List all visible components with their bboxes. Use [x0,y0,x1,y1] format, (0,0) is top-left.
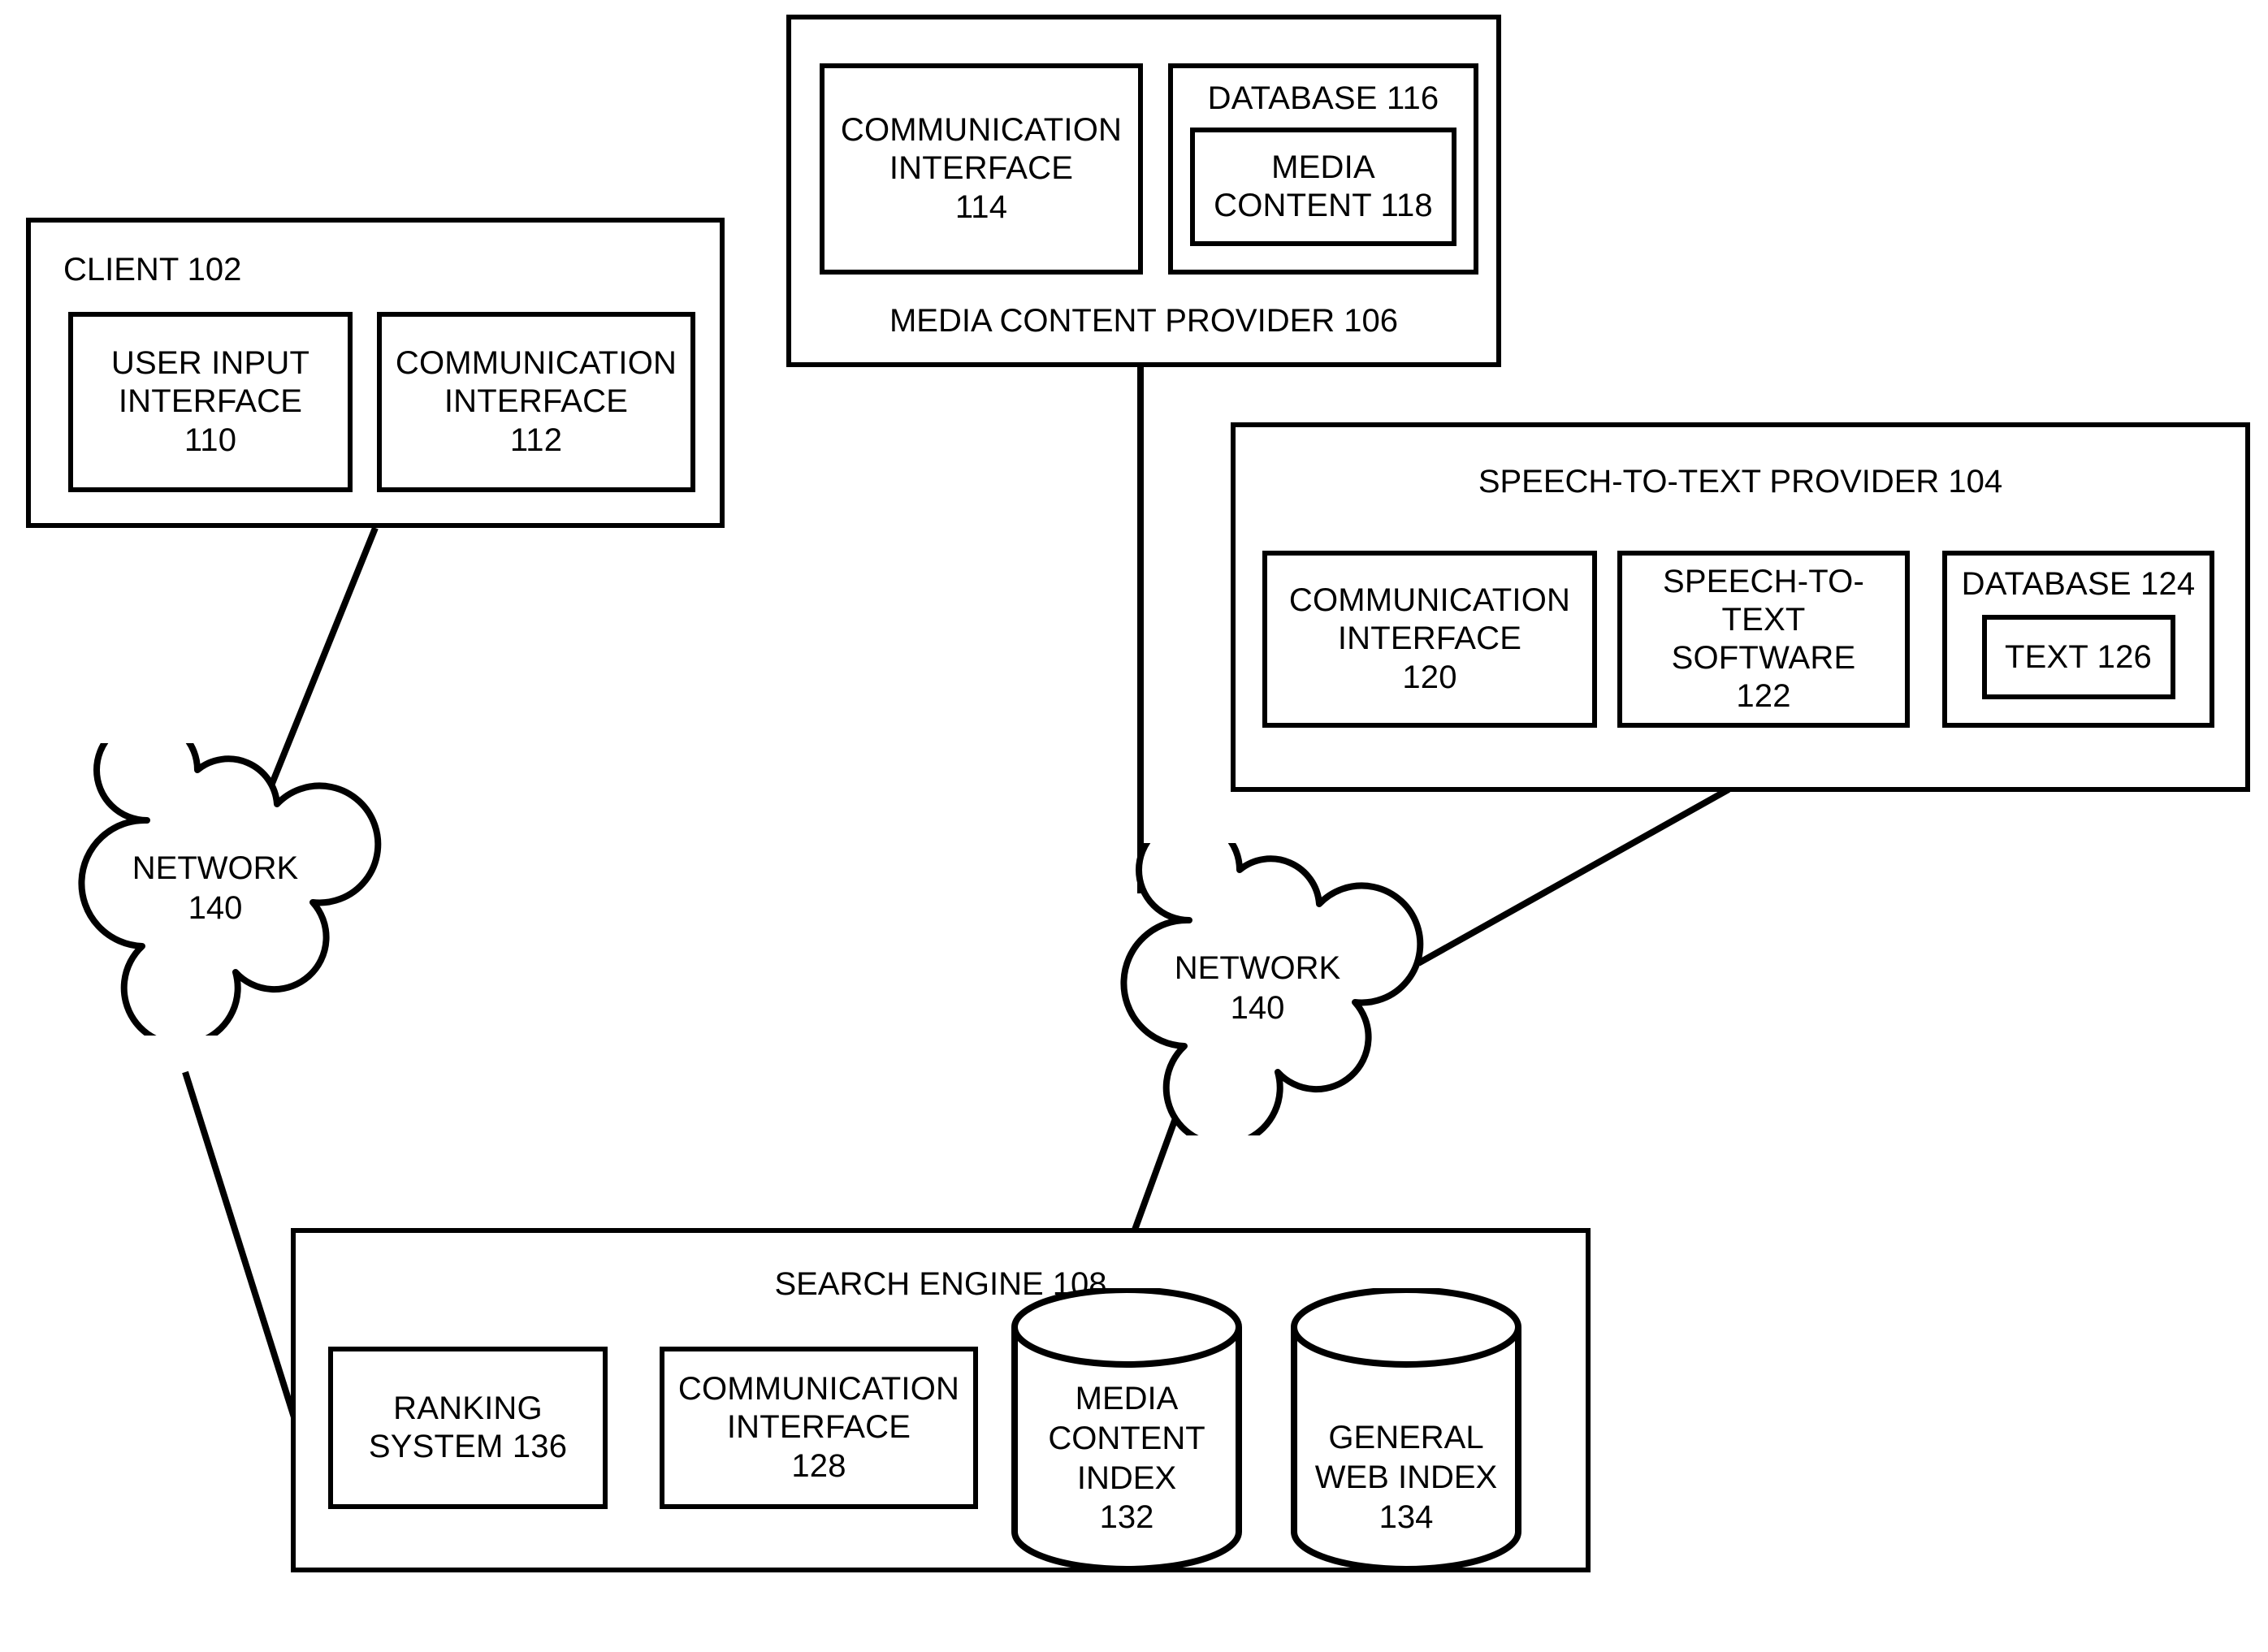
media-content-index-cylinder: MEDIA CONTENT INDEX 132 [1009,1288,1244,1571]
network-label-left: NETWORK 140 [132,850,299,926]
connector-network-to-search-engine [182,1070,297,1419]
client-communication-interface-module: COMMUNICATION INTERFACE 112 [377,312,695,492]
media-provider-database: DATABASE 116 MEDIA CONTENT 118 [1168,63,1478,275]
speech-to-text-provider-container: SPEECH-TO-TEXT PROVIDER 104 COMMUNICATIO… [1231,422,2250,792]
media-content-provider-title: MEDIA CONTENT PROVIDER 106 [889,303,1399,339]
speech-to-text-software-module: SPEECH-TO- TEXT SOFTWARE 122 [1617,551,1910,728]
stt-communication-interface-module: COMMUNICATION INTERFACE 120 [1262,551,1597,728]
ranking-system-module: RANKING SYSTEM 136 [328,1347,608,1509]
network-cloud-right: NETWORK 140 [1087,843,1428,1135]
media-content-index-label: MEDIA CONTENT INDEX 132 [1048,1381,1205,1536]
media-content-item: MEDIA CONTENT 118 [1190,128,1456,247]
media-content-provider-container: COMMUNICATION INTERFACE 114 DATABASE 116 M… [786,15,1501,367]
ranking-system-label: RANKING SYSTEM 136 [368,1390,568,1464]
search-engine-communication-interface-module: COMMUNICATION INTERFACE 128 [660,1347,978,1509]
network-label-right: NETWORK 140 [1174,950,1341,1026]
speech-to-text-software-label: SPEECH-TO- TEXT SOFTWARE 122 [1663,563,1864,715]
stt-text-label: TEXT 126 [2005,638,2152,675]
stt-text-item: TEXT 126 [1981,615,2175,700]
speech-to-text-provider-title: SPEECH-TO-TEXT PROVIDER 104 [1478,464,2003,499]
figure-canvas: CLIENT 102 USER INPUT INTERFACE 110 COMMUN… [0,0,2268,1652]
media-content-label: MEDIA CONTENT 118 [1214,149,1433,224]
client-title: CLIENT 102 [63,252,242,288]
general-web-index-label: GENERAL WEB INDEX 134 [1314,1420,1498,1535]
media-provider-communication-interface-module: COMMUNICATION INTERFACE 114 [820,63,1143,275]
search-engine-communication-interface-label: COMMUNICATION INTERFACE 128 [677,1371,960,1484]
network-cloud-left: NETWORK 140 [45,743,386,1036]
media-provider-communication-interface-label: COMMUNICATION INTERFACE 114 [840,112,1123,225]
stt-database: DATABASE 124 TEXT 126 [1942,551,2214,728]
client-container: CLIENT 102 USER INPUT INTERFACE 110 COMMUN… [26,218,725,528]
user-input-interface-label: USER INPUT INTERFACE 110 [110,345,310,458]
stt-database-title: DATABASE 124 [1961,566,2196,602]
user-input-interface-module: USER INPUT INTERFACE 110 [68,312,353,492]
stt-communication-interface-label: COMMUNICATION INTERFACE 120 [1288,582,1571,695]
connector-stt-provider-to-network [1417,786,1730,967]
search-engine-container: SEARCH ENGINE 108 RANKING SYSTEM 136 COMM… [291,1228,1591,1572]
client-communication-interface-label: COMMUNICATION INTERFACE 112 [395,345,677,458]
media-provider-database-title: DATABASE 116 [1207,80,1439,116]
general-web-index-cylinder: GENERAL WEB INDEX 134 [1288,1288,1524,1571]
